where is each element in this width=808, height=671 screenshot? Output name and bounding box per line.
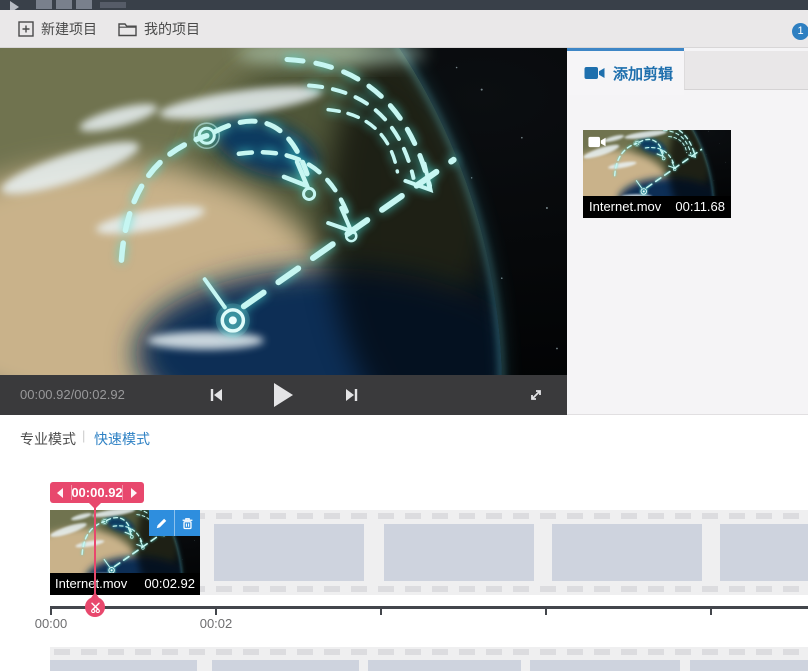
empty-frame-slot <box>214 524 364 581</box>
play-button[interactable] <box>268 375 298 415</box>
playhead-scissors-handle[interactable] <box>85 597 105 617</box>
ruler-tick <box>710 609 712 615</box>
skip-end-button[interactable] <box>339 375 365 415</box>
folder-icon <box>118 22 137 37</box>
empty-frame-slot <box>690 660 808 671</box>
mode-divider: | <box>82 428 85 443</box>
transport-bar: 00:00.92/00:02.92 <box>0 375 567 415</box>
clip-actions <box>149 510 200 536</box>
tab-add-clip[interactable]: 添加剪辑 <box>567 51 684 95</box>
my-projects-label: 我的项目 <box>144 19 200 39</box>
empty-frame-slot <box>530 660 680 671</box>
clip-duration: 00:02.92 <box>144 576 195 591</box>
video-preview[interactable] <box>0 48 567 375</box>
bubble-pointer <box>88 502 102 509</box>
ruler-tick <box>380 609 382 615</box>
tab-strip-empty <box>684 51 808 90</box>
my-projects-button[interactable]: 我的项目 <box>118 10 200 48</box>
video-editor-app: 新建项目 我的项目 1 <box>0 0 808 671</box>
media-item-label: Internet.mov 00:11.68 <box>583 196 731 218</box>
empty-frame-slot <box>384 524 534 581</box>
clip-name: Internet.mov <box>55 576 127 591</box>
pencil-icon <box>155 517 168 530</box>
empty-frame-slot <box>212 660 359 671</box>
media-duration: 00:11.68 <box>675 199 725 214</box>
ruler-tick <box>215 609 217 615</box>
new-project-button[interactable]: 新建项目 <box>18 10 97 48</box>
ruler-label-0: 00:00 <box>29 616 73 631</box>
app-logo-icon <box>10 1 19 10</box>
notification-badge[interactable]: 1 <box>792 23 808 40</box>
project-toolbar: 新建项目 我的项目 1 <box>0 10 808 48</box>
playhead-time: 00:00.92 <box>50 485 144 500</box>
mode-tabs: 专业模式 | 快速模式 <box>0 415 808 455</box>
skip-start-icon <box>207 386 225 404</box>
new-project-label: 新建项目 <box>41 19 97 39</box>
clips-panel: 添加剪辑 Internet.mov 00:11.68 <box>567 48 808 415</box>
earth-network-frame <box>0 48 567 375</box>
playhead-line[interactable] <box>94 502 96 606</box>
media-item[interactable]: Internet.mov 00:11.68 <box>583 130 731 218</box>
plus-square-icon <box>18 21 34 37</box>
tab-quick-mode[interactable]: 快速模式 <box>94 429 150 449</box>
edit-clip-button[interactable] <box>149 510 174 536</box>
trash-icon <box>181 517 194 530</box>
fullscreen-button[interactable] <box>523 375 549 415</box>
playhead-time-bubble[interactable]: 00:00.92 <box>50 482 144 503</box>
film-sprockets <box>54 649 808 655</box>
fullscreen-icon <box>526 385 546 405</box>
skip-end-icon <box>343 386 361 404</box>
delete-clip-button[interactable] <box>174 510 200 536</box>
ruler-label-1: 00:02 <box>194 616 238 631</box>
empty-frame-slot <box>368 660 521 671</box>
step-forward-icon[interactable] <box>131 488 137 498</box>
media-name: Internet.mov <box>589 199 661 214</box>
video-camera-icon <box>588 135 606 149</box>
empty-frame-slot <box>50 660 197 671</box>
timeline-track-audio <box>50 647 808 671</box>
time-display: 00:00.92/00:02.92 <box>20 375 125 415</box>
app-title-bar <box>0 0 808 10</box>
scissors-icon <box>90 602 101 613</box>
tab-add-clip-label: 添加剪辑 <box>613 63 673 84</box>
play-icon <box>271 382 295 408</box>
ruler-tick <box>545 609 547 615</box>
clip-label: Internet.mov 00:02.92 <box>50 573 200 595</box>
empty-frame-slot <box>552 524 702 581</box>
tab-professional-mode[interactable]: 专业模式 <box>20 429 76 449</box>
empty-frame-slot <box>720 524 808 581</box>
ruler-tick <box>50 609 52 615</box>
timeline-ruler[interactable] <box>50 606 808 609</box>
app-logo <box>36 0 52 9</box>
video-camera-icon <box>584 65 605 81</box>
skip-start-button[interactable] <box>203 375 229 415</box>
timeline-clip[interactable]: Internet.mov 00:02.92 <box>50 510 200 595</box>
